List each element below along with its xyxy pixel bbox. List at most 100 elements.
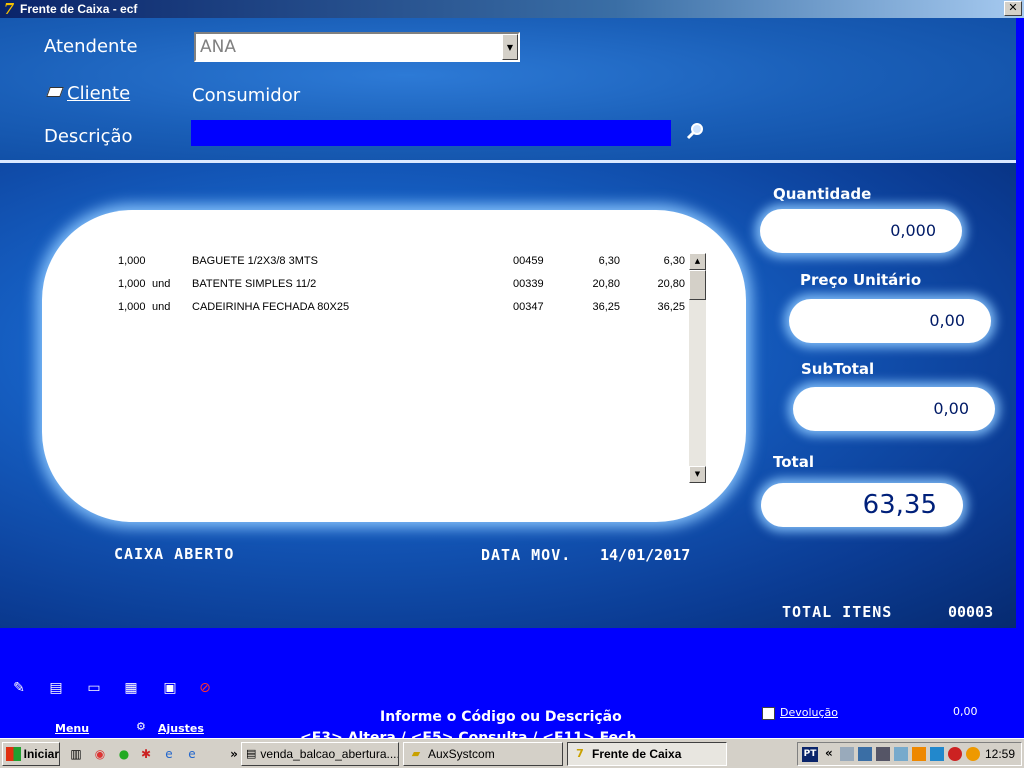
lifesaver-icon[interactable]: ✱ [138, 746, 154, 762]
total-itens-label: TOTAL ITENS [782, 603, 893, 621]
item-code: 00347 [513, 301, 544, 313]
document-icon: ▤ [246, 747, 257, 760]
item-qty: 1,000 [118, 301, 146, 313]
monitor-tray-icon[interactable] [876, 747, 890, 761]
item-price: 6,30 [598, 255, 620, 267]
ie-alt-icon[interactable]: e [184, 746, 200, 762]
frente-de-caixa-window: 7 Frente de Caixa - ecf ✕ Atendente ANA … [0, 0, 1024, 768]
devolucao-label[interactable]: Devolução [780, 706, 838, 719]
network-tray-icon[interactable] [858, 747, 872, 761]
total-field: 63,35 [761, 483, 963, 527]
task-label: venda_balcao_abertura.... [260, 747, 399, 761]
descricao-label: Descrição [44, 126, 133, 147]
hint-line-2: <F3> Altera / <F5> Consulta / <F11> Fech [300, 730, 637, 738]
item-description: BAGUETE 1/2X3/8 3MTS [192, 255, 318, 267]
data-mov-label: DATA MOV. [481, 546, 572, 564]
chevron-down-icon[interactable]: ▼ [502, 34, 518, 60]
list-item[interactable]: 1,000 und CADEIRINHA FECHADA 80X25 00347… [118, 301, 696, 321]
app-logo-icon: 7 [3, 0, 15, 18]
cliente-link[interactable]: Cliente [67, 83, 130, 104]
cancel-icon[interactable]: ⊘ [195, 679, 215, 697]
item-description: BATENTE SIMPLES 11/2 [192, 278, 317, 290]
folder-icon: ▰ [411, 747, 421, 760]
item-total: 36,25 [657, 301, 685, 313]
caixa-status: CAIXA ABERTO [114, 545, 235, 563]
atendente-label: Atendente [44, 36, 138, 57]
app-quicklaunch-icon[interactable]: ● [116, 746, 132, 762]
app-logo-icon: 7 [576, 747, 584, 760]
menu-link[interactable]: Menu [55, 722, 89, 735]
item-description: CADEIRINHA FECHADA 80X25 [192, 301, 350, 313]
subtotal-label: SubTotal [801, 360, 875, 378]
document-icon[interactable]: ▤ [46, 679, 66, 697]
update-tray-icon[interactable] [912, 747, 926, 761]
printer-tray-icon[interactable] [840, 747, 854, 761]
descricao-input[interactable] [191, 120, 671, 146]
scroll-down-icon[interactable]: ▼ [689, 466, 706, 483]
start-button[interactable]: Iniciar [2, 742, 60, 766]
quantidade-field[interactable]: 0,000 [760, 209, 962, 253]
close-button[interactable]: ✕ [1004, 1, 1022, 16]
item-price: 20,80 [592, 278, 620, 290]
preco-unitario-label: Preço Unitário [800, 271, 922, 289]
search-icon[interactable] [686, 122, 704, 140]
quantidade-label: Quantidade [773, 185, 872, 203]
calculator-icon[interactable]: ▦ [121, 679, 141, 697]
item-code: 00459 [513, 255, 544, 267]
ie-icon[interactable]: e [161, 746, 177, 762]
antivirus-tray-icon[interactable] [948, 747, 962, 761]
item-price: 36,25 [592, 301, 620, 313]
item-qty: 1,000 [118, 278, 146, 290]
system-tray: PT « 12:59 [797, 742, 1022, 766]
dropbox-tray-icon[interactable] [894, 747, 908, 761]
atendente-select[interactable]: ANA ▼ [194, 32, 520, 62]
items-list[interactable]: 1,000 BAGUETE 1/2X3/8 3MTS 00459 6,30 6,… [42, 210, 746, 522]
windows-logo-icon [6, 747, 21, 761]
tray-expand-icon[interactable]: « [825, 746, 833, 760]
scroll-thumb[interactable] [689, 270, 706, 300]
window-edge [1016, 18, 1024, 738]
task-venda-balcao[interactable]: ▤ venda_balcao_abertura.... [241, 742, 399, 766]
cliente-value: Consumidor [192, 85, 301, 106]
total-itens-value: 00003 [948, 603, 994, 621]
item-code: 00339 [513, 278, 544, 290]
language-indicator[interactable]: PT [802, 747, 818, 762]
task-auxsystcom[interactable]: ▰ AuxSystcom [403, 742, 563, 766]
hint-line-1: Informe o Código ou Descrição [380, 709, 622, 725]
task-frente-de-caixa[interactable]: 7 Frente de Caixa [567, 742, 727, 766]
show-desktop-icon[interactable]: ▥ [68, 746, 84, 762]
item-unit: und [152, 301, 171, 313]
task-label: AuxSystcom [428, 747, 495, 761]
gear-icon[interactable]: ⚙ [136, 720, 146, 733]
wrench-icon[interactable]: ✎ [9, 679, 29, 697]
task-label: Frente de Caixa [592, 747, 682, 761]
item-total: 20,80 [657, 278, 685, 290]
start-label: Iniciar [23, 747, 59, 761]
chevron-right-icon[interactable]: » [226, 746, 242, 762]
taskbar: Iniciar ▥ ◉ ● ✱ e e » ▤ venda_balcao_abe… [0, 738, 1024, 768]
main-panel: 1,000 BAGUETE 1/2X3/8 3MTS 00459 6,30 6,… [0, 163, 1016, 628]
atendente-value: ANA [200, 37, 236, 57]
item-qty: 1,000 [118, 255, 146, 267]
teamviewer-tray-icon[interactable] [930, 747, 944, 761]
data-mov-value: 14/01/2017 [600, 546, 691, 564]
printer-alt-icon[interactable]: ▣ [160, 679, 180, 697]
title-bar: 7 Frente de Caixa - ecf ✕ [0, 0, 1024, 18]
chrome-icon[interactable]: ◉ [92, 746, 108, 762]
avast-tray-icon[interactable] [966, 747, 980, 761]
devolucao-value: 0,00 [953, 705, 978, 718]
devolucao-checkbox[interactable] [762, 707, 775, 720]
clock[interactable]: 12:59 [985, 747, 1015, 761]
item-unit: und [152, 278, 171, 290]
item-total: 6,30 [663, 255, 685, 267]
ajustes-link[interactable]: Ajustes [158, 722, 204, 735]
scroll-up-icon[interactable]: ▲ [689, 253, 706, 270]
window-title: Frente de Caixa - ecf [20, 2, 138, 16]
items-scrollbar[interactable]: ▲ ▼ [689, 253, 706, 483]
list-item[interactable]: 1,000 BAGUETE 1/2X3/8 3MTS 00459 6,30 6,… [118, 255, 696, 275]
total-label: Total [773, 453, 814, 471]
printer-icon[interactable]: ▭ [84, 679, 104, 697]
list-item[interactable]: 1,000 und BATENTE SIMPLES 11/2 00339 20,… [118, 278, 696, 298]
subtotal-field: 0,00 [793, 387, 995, 431]
preco-unitario-field[interactable]: 0,00 [789, 299, 991, 343]
